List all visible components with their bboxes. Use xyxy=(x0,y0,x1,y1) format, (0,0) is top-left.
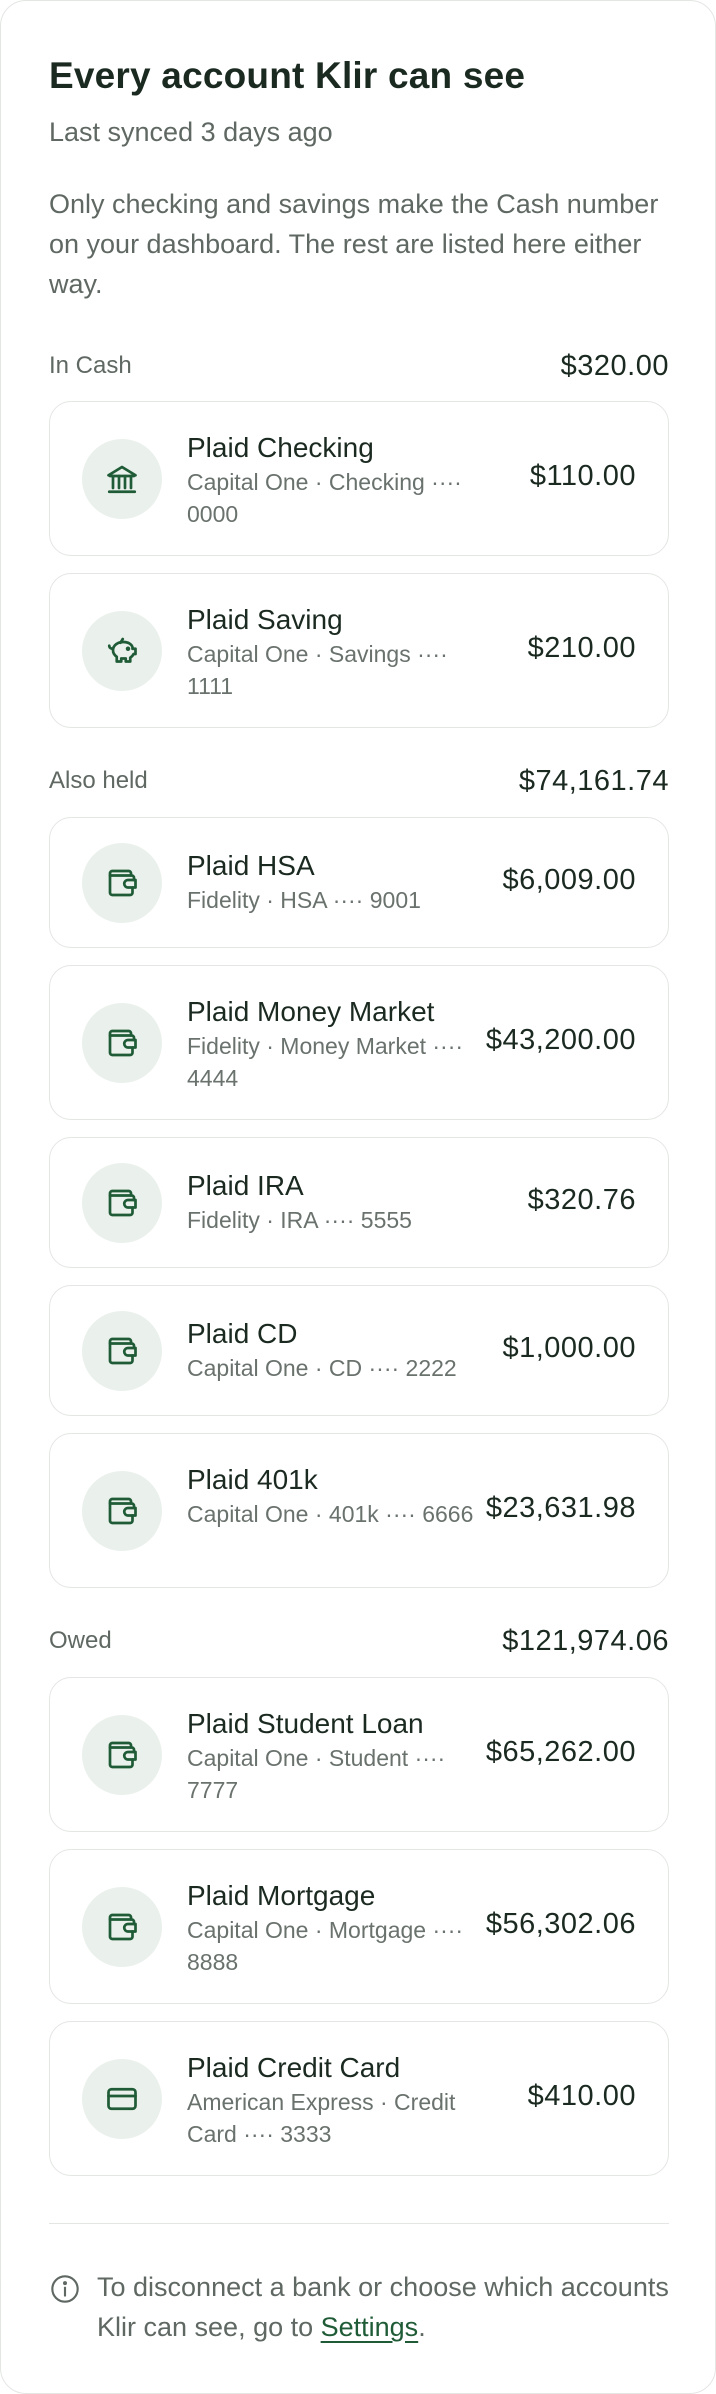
account-name: Plaid Checking xyxy=(187,432,374,463)
account-amount: $210.00 xyxy=(527,632,636,664)
section-total: $121,974.06 xyxy=(502,1624,669,1657)
account-card-plaid-cd[interactable]: Plaid CD Capital One · CD ···· 2222 $1,0… xyxy=(49,1285,669,1416)
account-card-plaid-checking[interactable]: Plaid Checking Capital One · Checking ··… xyxy=(49,401,669,556)
account-name: Plaid Money Market xyxy=(187,996,435,1027)
account-icon-wrap xyxy=(82,1471,162,1551)
account-meta: Capital One · Checking ···· 0000 xyxy=(187,469,462,527)
account-card-plaid-hsa[interactable]: Plaid HSA Fidelity · HSA ···· 9001 $6,00… xyxy=(49,817,669,948)
account-card-plaid-ira[interactable]: Plaid IRA Fidelity · IRA ···· 5555 $320.… xyxy=(49,1137,669,1268)
section-total: $74,161.74 xyxy=(518,764,669,797)
footer-text-after: . xyxy=(418,2312,426,2342)
section-label: In Cash xyxy=(49,352,132,379)
account-icon-wrap xyxy=(82,843,162,923)
account-name: Plaid 401k xyxy=(187,1464,318,1495)
account-name: Plaid Saving xyxy=(187,604,343,635)
account-icon-wrap xyxy=(82,611,162,691)
account-name: Plaid Student Loan xyxy=(187,1708,424,1739)
info-icon xyxy=(51,2275,79,2303)
wallet-icon xyxy=(108,869,137,897)
account-amount: $23,631.98 xyxy=(485,1492,636,1524)
account-meta: Capital One · Mortgage ···· 8888 xyxy=(187,1917,464,1975)
section-label: Owed xyxy=(49,1627,112,1654)
account-card-plaid-saving[interactable]: Plaid Saving Capital One · Savings ···· … xyxy=(49,573,669,728)
account-meta: Capital One · Student ···· 7777 xyxy=(187,1745,446,1803)
footer-note: To disconnect a bank or choose which acc… xyxy=(49,2267,669,2347)
account-name: Plaid HSA xyxy=(187,850,315,881)
account-meta: Capital One · 401k ···· 6666 xyxy=(187,1501,474,1527)
account-icon-wrap xyxy=(82,1003,162,1083)
account-amount: $6,009.00 xyxy=(502,864,636,896)
accounts-panel: Every account Klir can see Last synced 3… xyxy=(0,0,716,2394)
section-total: $320.00 xyxy=(560,349,669,382)
account-meta: Fidelity · Money Market ···· 4444 xyxy=(187,1033,464,1091)
account-amount: $410.00 xyxy=(527,2080,636,2112)
last-synced-text: Last synced 3 days ago xyxy=(49,117,333,147)
wallet-icon xyxy=(108,1913,137,1941)
section-header-owed: Owed $121,974.06 xyxy=(49,1621,669,1661)
account-amount: $320.76 xyxy=(527,1184,636,1216)
account-icon-wrap xyxy=(82,439,162,519)
account-card-plaid-money-market[interactable]: Plaid Money Market Fidelity · Money Mark… xyxy=(49,965,669,1120)
wallet-icon xyxy=(108,1337,137,1365)
account-icon-wrap xyxy=(82,1163,162,1243)
account-amount: $65,262.00 xyxy=(485,1736,636,1768)
intro-text: Only checking and savings make the Cash … xyxy=(49,189,659,299)
account-amount: $43,200.00 xyxy=(485,1024,636,1056)
credit-card-icon xyxy=(107,2087,137,2111)
page-title: Every account Klir can see xyxy=(49,55,526,96)
account-icon-wrap xyxy=(82,1715,162,1795)
account-meta: Fidelity · IRA ···· 5555 xyxy=(187,1207,412,1233)
footer-divider xyxy=(49,2223,669,2224)
account-icon-wrap xyxy=(82,2059,162,2139)
account-card-plaid-mortgage[interactable]: Plaid Mortgage Capital One · Mortgage ··… xyxy=(49,1849,669,2004)
wallet-icon xyxy=(108,1497,137,1525)
wallet-icon xyxy=(108,1189,137,1217)
account-amount: $56,302.06 xyxy=(485,1908,636,1940)
settings-link[interactable]: Settings xyxy=(321,2312,419,2342)
account-card-plaid-401k[interactable]: Plaid 401k Capital One · 401k ···· 6666 … xyxy=(49,1433,669,1588)
account-meta: American Express · Credit Card ···· 3333 xyxy=(187,2089,456,2147)
account-name: Plaid Credit Card xyxy=(187,2052,401,2083)
account-amount: $1,000.00 xyxy=(502,1332,636,1364)
account-icon-wrap xyxy=(82,1887,162,1967)
account-card-plaid-credit-card[interactable]: Plaid Credit Card American Express · Cre… xyxy=(49,2021,669,2176)
account-meta: Capital One · Savings ···· 1111 xyxy=(187,641,448,699)
section-label: Also held xyxy=(49,767,148,794)
account-amount: $110.00 xyxy=(529,460,636,492)
account-meta: Capital One · CD ···· 2222 xyxy=(187,1355,457,1381)
account-meta: Fidelity · HSA ···· 9001 xyxy=(187,887,421,913)
account-icon-wrap xyxy=(82,1311,162,1391)
section-header-also-held: Also held $74,161.74 xyxy=(49,761,669,801)
wallet-icon xyxy=(108,1029,137,1057)
account-card-plaid-student-loan[interactable]: Plaid Student Loan Capital One · Student… xyxy=(49,1677,669,1832)
piggy-bank-icon xyxy=(107,637,137,663)
account-name: Plaid IRA xyxy=(187,1170,304,1201)
account-name: Plaid Mortgage xyxy=(187,1880,376,1911)
footer-text: To disconnect a bank or choose which acc… xyxy=(97,2267,669,2347)
section-header-in-cash: In Cash $320.00 xyxy=(49,346,669,386)
bank-icon xyxy=(107,465,137,494)
account-name: Plaid CD xyxy=(187,1318,298,1349)
wallet-icon xyxy=(108,1741,137,1769)
